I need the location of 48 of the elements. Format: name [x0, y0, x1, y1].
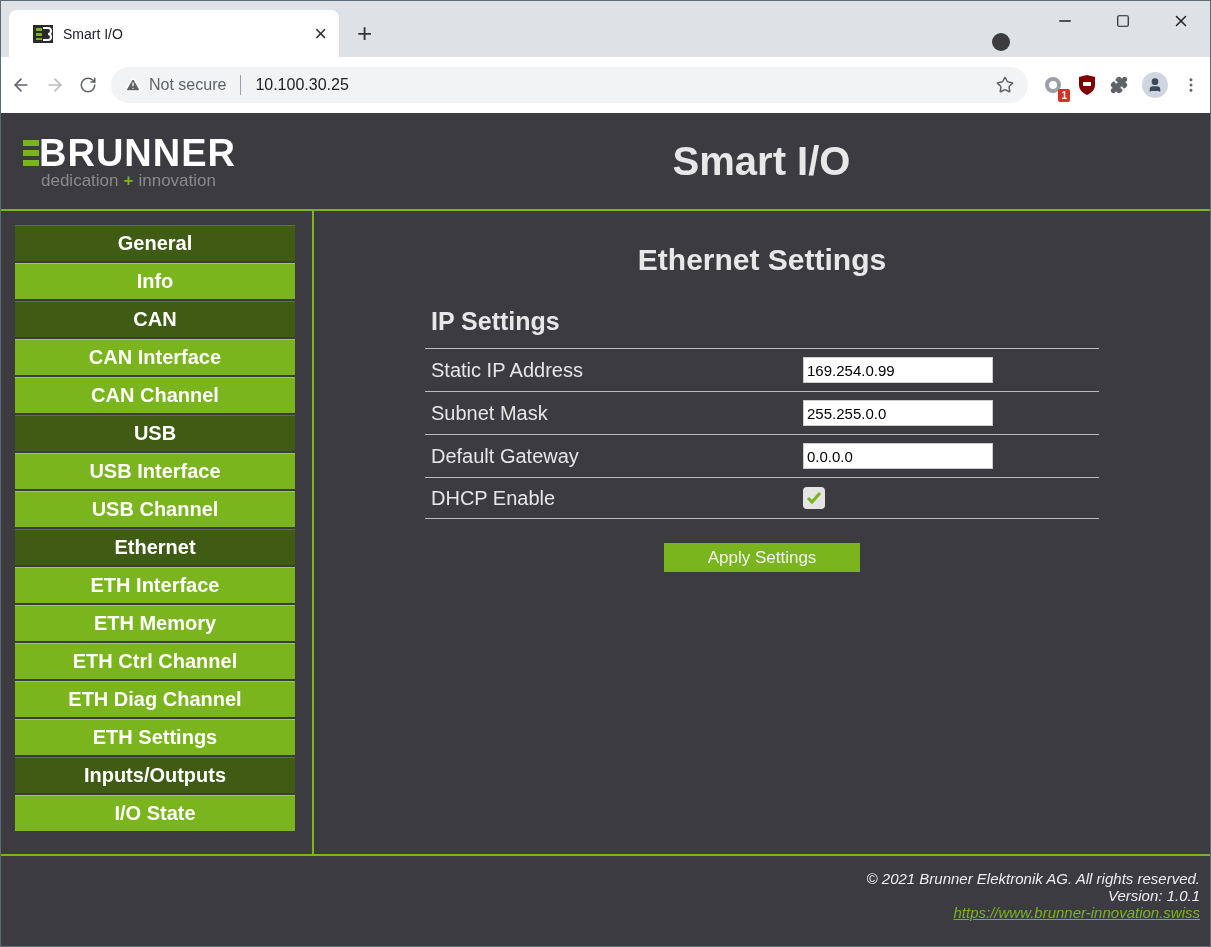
sidebar-link[interactable]: ETH Settings [15, 719, 295, 755]
maximize-icon[interactable] [1116, 14, 1130, 28]
sidebar-link[interactable]: CAN Interface [15, 339, 295, 375]
copyright-text: © 2021 Brunner Elektronik AG. All rights reserved. [866, 870, 1200, 887]
input-field[interactable]: 255.255.0.0 [803, 400, 993, 426]
field-label: DHCP Enable [431, 486, 557, 510]
field-label: Static IP Address [431, 358, 584, 382]
address-bar[interactable]: Not secure 10.100.30.25 [111, 67, 1028, 103]
input-field[interactable]: 169.254.0.99 [803, 357, 993, 383]
sidebar-group-header: General [15, 225, 295, 261]
sidebar-link[interactable]: Info [15, 263, 295, 299]
shield-icon[interactable] [1078, 75, 1096, 95]
sidebar-group-header: USB [15, 415, 295, 451]
security-label: Not secure [149, 76, 227, 94]
sidebar-link[interactable]: ETH Ctrl Channel [15, 643, 295, 679]
puzzle-icon[interactable] [1110, 76, 1128, 94]
reload-icon[interactable] [79, 76, 97, 94]
sidebar-link[interactable]: ETH Memory [15, 605, 295, 641]
extension-badge: 1 [1058, 89, 1070, 102]
logo-bars-icon [23, 138, 39, 168]
page-title: Smart I/O [671, 138, 852, 184]
sidebar-link[interactable]: CAN Channel [15, 377, 295, 413]
field-label: Subnet Mask [431, 401, 549, 425]
section-title: IP Settings [431, 307, 561, 336]
apply-settings-button[interactable]: Apply Settings [664, 543, 860, 572]
input-field[interactable]: 0.0.0.0 [803, 443, 993, 469]
tab-close-button[interactable]: × [314, 20, 327, 47]
sidebar-link[interactable]: USB Channel [15, 491, 295, 527]
sidebar-link[interactable]: ETH Interface [15, 567, 295, 603]
sidebar-group-header: Inputs/Outputs [15, 757, 295, 793]
version-text: Version: 1.0.1 [1108, 887, 1200, 904]
tab-title: Smart I/O [63, 25, 124, 42]
sidebar-group-header: CAN [15, 301, 295, 337]
profile-avatar[interactable] [1142, 72, 1168, 98]
field-label: Default Gateway [431, 444, 580, 468]
checkbox[interactable] [803, 487, 825, 509]
warning-icon [125, 77, 141, 93]
sidebar-link[interactable]: I/O State [15, 795, 295, 831]
content-title: Ethernet Settings [637, 243, 887, 277]
url-text: 10.100.30.25 [255, 76, 350, 94]
bookmark-star-icon[interactable] [996, 76, 1014, 94]
sidebar-group-header: Ethernet [15, 529, 295, 565]
website-link[interactable]: https://www.brunner-innovation.swiss [953, 904, 1200, 921]
sidebar-link[interactable]: USB Interface [15, 453, 295, 489]
new-tab-button[interactable]: + [357, 18, 373, 49]
sidebar-link[interactable]: ETH Diag Channel [15, 681, 295, 717]
browser-tab[interactable]: Smart I/O × [9, 10, 339, 57]
favicon-icon [33, 24, 53, 43]
